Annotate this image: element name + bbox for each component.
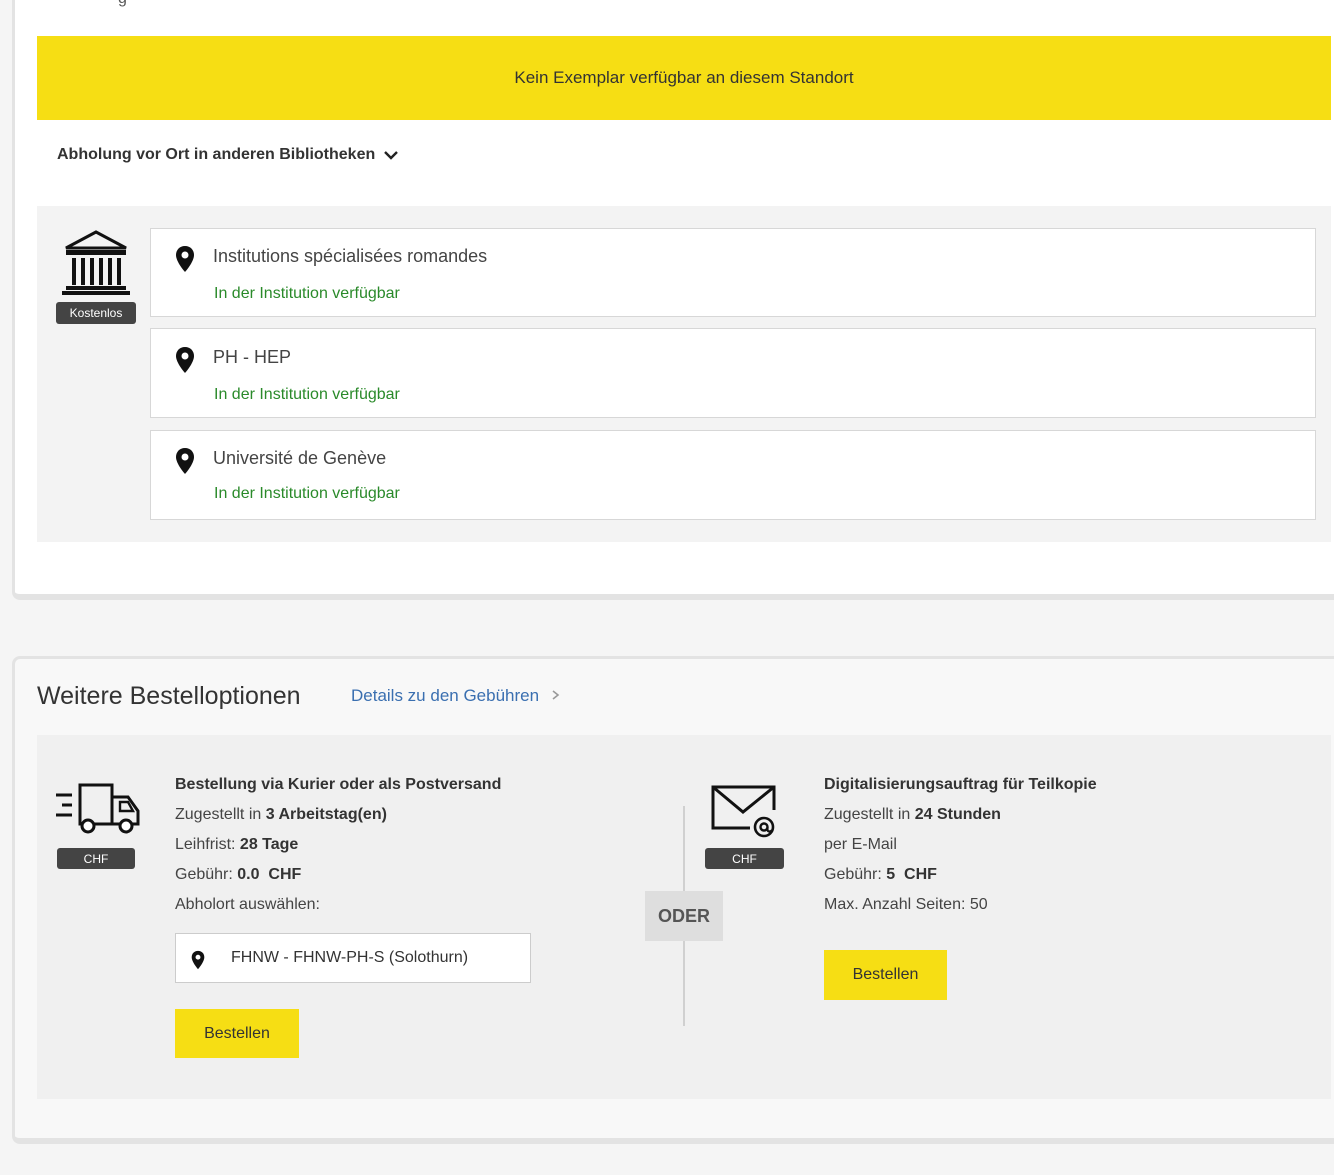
fee-badge-label: CHF	[732, 851, 757, 866]
digitization-delivery: Zugestellt in 24 Stunden	[824, 800, 1097, 830]
digitization-title: Digitalisierungsauftrag für Teilkopie	[824, 776, 1097, 793]
location-name: Université de Genève	[213, 448, 387, 468]
fee-details-link[interactable]: Details zu den Gebühren	[351, 686, 562, 706]
digitization-fee: Gebühr: 5 CHF	[824, 860, 1097, 890]
courier-fee-value: 0.0 CHF	[237, 866, 302, 883]
digitization-fee-value: 5 CHF	[886, 866, 937, 883]
location-status: In der Institution verfügbar	[214, 485, 400, 502]
pickup-toggle[interactable]: Abholung vor Ort in anderen Bibliotheken	[57, 146, 399, 164]
location-pin-icon	[191, 950, 205, 970]
location-pin-icon	[176, 347, 194, 373]
location-card[interactable]: Institutions spécialisées romandes In de…	[150, 228, 1316, 317]
pickup-toggle-label: Abholung vor Ort in anderen Bibliotheken	[57, 146, 376, 163]
courier-loan-value: 28 Tage	[239, 836, 299, 853]
location-name: Institutions spécialisées romandes	[213, 246, 488, 266]
or-separator: ODER	[645, 891, 723, 941]
courier-delivery-value: 3 Arbeitstag(en)	[265, 806, 387, 823]
free-badge: Kostenlos	[56, 302, 136, 324]
courier-title: Bestellung via Kurier oder als Postversa…	[175, 776, 502, 793]
courier-fee-prefix: Gebühr:	[175, 866, 238, 883]
fee-badge: CHF	[705, 848, 784, 869]
location-card[interactable]: PH - HEP In der Institution verfügbar	[150, 328, 1316, 418]
pickup-location-label: Abholort auswählen:	[175, 896, 320, 913]
free-badge-label: Kostenlos	[69, 306, 123, 320]
fee-badge: CHF	[57, 848, 135, 869]
availability-banner: Kein Exemplar verfügbar an diesem Stando…	[37, 36, 1331, 120]
courier-option-text: Bestellung via Kurier oder als Postversa…	[175, 770, 501, 920]
courier-fee: Gebühr: 0.0 CHF	[175, 860, 501, 890]
digitization-delivery-value: 24 Stunden	[914, 806, 1001, 823]
digitization-fee-prefix: Gebühr:	[824, 866, 887, 883]
cut-off-heading: g	[118, 0, 127, 8]
courier-loan-period: Leihfrist: 28 Tage	[175, 830, 501, 860]
digitization-order-button[interactable]: Bestellen	[824, 950, 947, 1000]
truck-icon	[56, 783, 140, 834]
digitization-option-text: Digitalisierungsauftrag für Teilkopie Zu…	[824, 770, 1097, 920]
location-pin-icon	[176, 246, 194, 272]
location-name: PH - HEP	[213, 347, 292, 367]
courier-order-button[interactable]: Bestellen	[175, 1009, 299, 1058]
institution-icon	[62, 230, 130, 295]
email-icon	[711, 785, 776, 838]
fee-details-link-label: Details zu den Gebühren	[351, 686, 540, 705]
pickup-location-value: FHNW - FHNW-PH-S (Solothurn)	[231, 949, 469, 966]
further-options-title: Weitere Bestelloptionen	[37, 682, 301, 710]
pickup-location-select[interactable]: FHNW - FHNW-PH-S (Solothurn)	[175, 933, 531, 983]
courier-loan-prefix: Leihfrist:	[175, 836, 240, 853]
location-pin-icon	[176, 448, 194, 474]
availability-banner-text: Kein Exemplar verfügbar an diesem Stando…	[514, 68, 854, 87]
location-card[interactable]: Université de Genève In der Institution …	[150, 430, 1316, 520]
digitization-via: per E-Mail	[824, 836, 897, 853]
chevron-down-icon	[384, 151, 399, 160]
fee-badge-label: CHF	[83, 851, 109, 866]
digitization-max-pages: Max. Anzahl Seiten: 50	[824, 896, 988, 913]
location-status: In der Institution verfügbar	[214, 285, 400, 302]
digitization-delivery-prefix: Zugestellt in	[824, 806, 915, 823]
location-status: In der Institution verfügbar	[214, 386, 400, 403]
courier-delivery-prefix: Zugestellt in	[175, 806, 266, 823]
courier-delivery: Zugestellt in 3 Arbeitstag(en)	[175, 800, 501, 830]
chevron-right-icon	[552, 690, 560, 700]
